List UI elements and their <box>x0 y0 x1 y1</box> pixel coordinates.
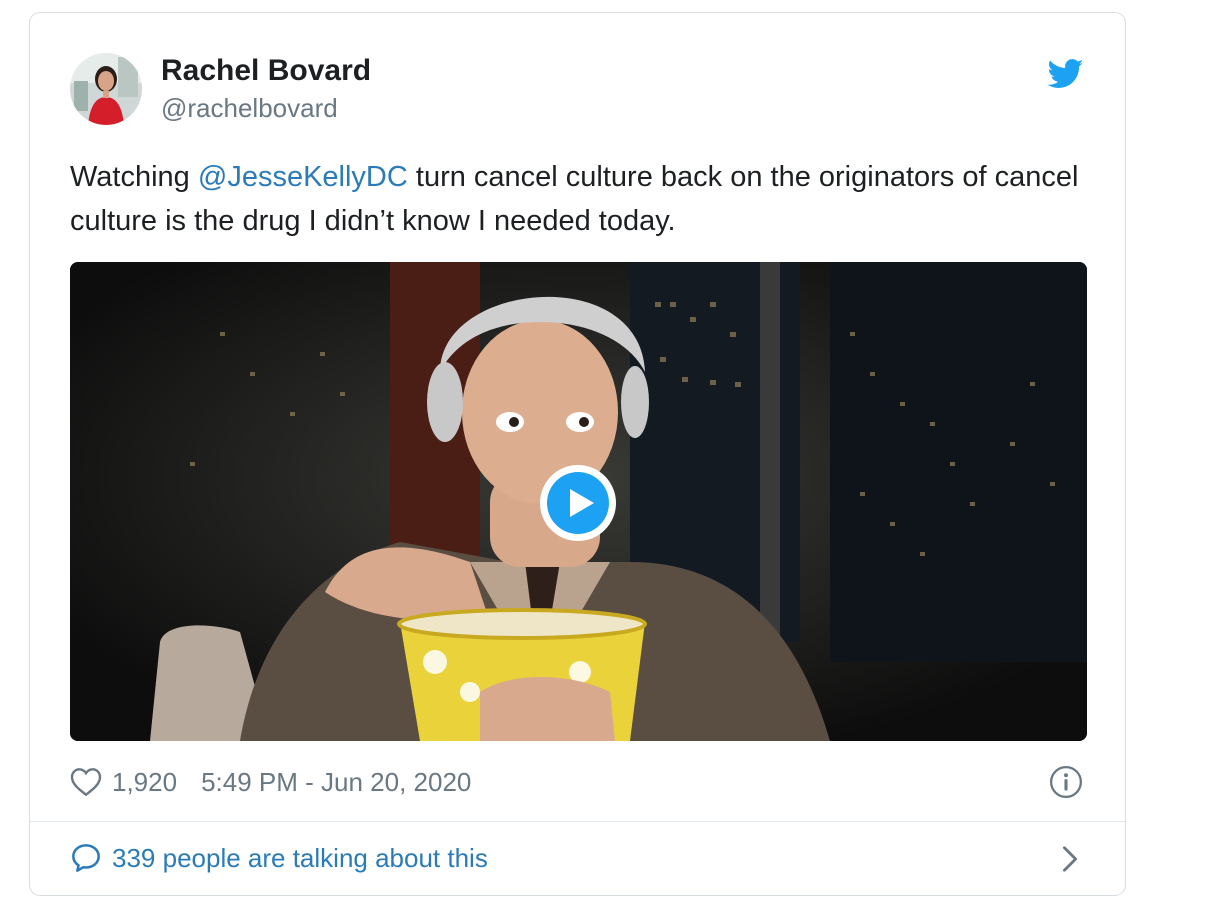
tweet-text: Watching @JesseKellyDC turn cancel cultu… <box>70 155 1100 243</box>
like-count[interactable]: 1,920 <box>112 767 177 798</box>
tweet-text-before: Watching <box>70 161 198 193</box>
divider <box>30 821 1125 822</box>
speech-bubble-icon <box>72 844 100 872</box>
conversation-link[interactable]: 339 people are talking about this <box>70 840 488 876</box>
info-icon[interactable] <box>1049 765 1083 799</box>
twitter-bird-icon[interactable] <box>1048 59 1084 89</box>
chevron-right-icon[interactable] <box>1060 845 1080 873</box>
author-handle[interactable]: @rachelbovard <box>161 93 338 124</box>
timestamp[interactable]: 5:49 PM - Jun 20, 2020 <box>201 767 471 798</box>
tweet-meta: 1,920 5:49 PM - Jun 20, 2020 <box>70 765 471 799</box>
conversation-count[interactable]: 339 people are talking about this <box>112 843 488 874</box>
avatar[interactable] <box>70 53 142 125</box>
mention-link[interactable]: @JesseKellyDC <box>198 161 408 193</box>
play-icon[interactable] <box>538 463 618 543</box>
heart-icon[interactable] <box>70 767 102 797</box>
avatar-image <box>70 53 142 125</box>
author-name[interactable]: Rachel Bovard <box>161 54 371 88</box>
tweet-card: Rachel Bovard @rachelbovard Watching @Je… <box>29 12 1126 896</box>
